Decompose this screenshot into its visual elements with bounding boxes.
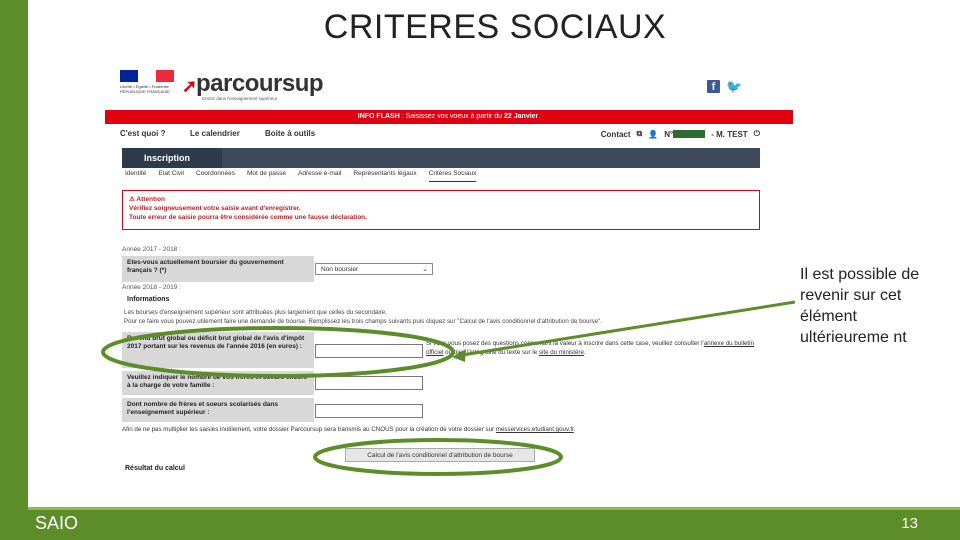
page-number: 13	[901, 515, 918, 532]
nav-boite-outils[interactable]: Boite à outils	[265, 129, 315, 138]
question-revenu: Revenu brut global ou déficit brut globa…	[122, 332, 314, 368]
subtab-mot-de-passe[interactable]: Mot de passe	[247, 170, 286, 182]
result-label: Résultat du calcul	[125, 465, 185, 472]
twitter-icon[interactable]: 🐦	[726, 80, 742, 93]
footer-label: SAIO	[35, 513, 79, 533]
warning-alert: ⚠ Attention Vérifiez soigneusement votre…	[122, 190, 760, 230]
annotation-note: Il est possible de revenir sur cet éléme…	[800, 266, 920, 346]
subtab-adresse-email[interactable]: Adresse e-mail	[298, 170, 341, 182]
nav-calendrier[interactable]: Le calendrier	[190, 129, 240, 138]
question-scolarises: Dont nombre de frères et soeurs scolaris…	[122, 398, 314, 422]
header: Liberté • Égalité • Fraternité RÉPUBLIQU…	[120, 70, 743, 101]
subtabs: Identité Etat Civil Coordonnées Mot de p…	[125, 170, 765, 182]
question-boursier: Etes-vous actuellement boursier du gouve…	[122, 256, 314, 282]
cnous-note: Afin de ne pas multiplier les saisies in…	[122, 426, 576, 433]
info-flash-banner: INFO FLASH : Saisissez vos voeux à parti…	[105, 110, 793, 124]
slide-title: CRITERES SOCIAUX	[323, 8, 667, 46]
nav-contact[interactable]: Contact	[601, 130, 631, 139]
top-nav: C'est quoi ? Le calendrier Boite à outil…	[120, 126, 770, 144]
subtab-identite[interactable]: Identité	[125, 170, 146, 182]
year-label-1: Année 2017 - 2018 :	[122, 246, 181, 253]
chevron-down-icon: ⌄	[422, 266, 428, 273]
warning-icon: ⚠	[129, 196, 135, 203]
info-text: Les bourses d'enseignement supérieur son…	[124, 309, 602, 325]
user-name: - M. TEST	[711, 129, 748, 139]
user-number: N°	[664, 130, 706, 139]
logo-arrow-icon: ➚	[182, 76, 198, 96]
slide-footer-bar	[0, 507, 960, 540]
tab-inscription[interactable]: Inscription	[122, 148, 222, 168]
subtab-etat-civil[interactable]: Etat Civil	[158, 170, 184, 182]
subtab-criteres-sociaux[interactable]: Critères Sociaux	[428, 170, 477, 182]
facebook-icon[interactable]: f	[707, 80, 720, 93]
help-note: Si vous vous posez des questions concern…	[426, 340, 754, 356]
link-ministere[interactable]: site du ministère	[539, 349, 584, 356]
parcoursup-screenshot: Liberté • Égalité • Fraternité RÉPUBLIQU…	[105, 62, 800, 482]
question-freres: Veuillez indiquer le nombre de vos frère…	[122, 371, 314, 395]
logout-icon[interactable]: ⏻	[754, 129, 760, 139]
nav-cest-quoi[interactable]: C'est quoi ?	[120, 129, 165, 138]
subtab-coordonnees[interactable]: Coordonnées	[196, 170, 235, 182]
section-bar: Inscription	[122, 148, 760, 168]
gov-logo: Liberté • Égalité • Fraternité RÉPUBLIQU…	[120, 70, 174, 98]
messages-icon[interactable]: ⧉	[637, 129, 643, 139]
calcul-bourse-button[interactable]: Calcul de l'avis conditionnel d'attribut…	[345, 448, 535, 462]
link-messervices[interactable]: messervices.etudiant.gouv.fr	[496, 426, 574, 433]
info-heading: Informations	[127, 296, 170, 303]
freres-input[interactable]	[315, 376, 423, 390]
boursier-select[interactable]: Non boursier ⌄	[315, 263, 433, 275]
subtab-representants[interactable]: Représentants légaux	[353, 170, 416, 182]
slide-left-bar	[0, 0, 28, 540]
year-label-2: Année 2018 - 2019 :	[122, 284, 181, 291]
user-icon: 👤	[648, 129, 659, 139]
revenu-input[interactable]	[315, 344, 423, 358]
scolarises-input[interactable]	[315, 404, 423, 418]
